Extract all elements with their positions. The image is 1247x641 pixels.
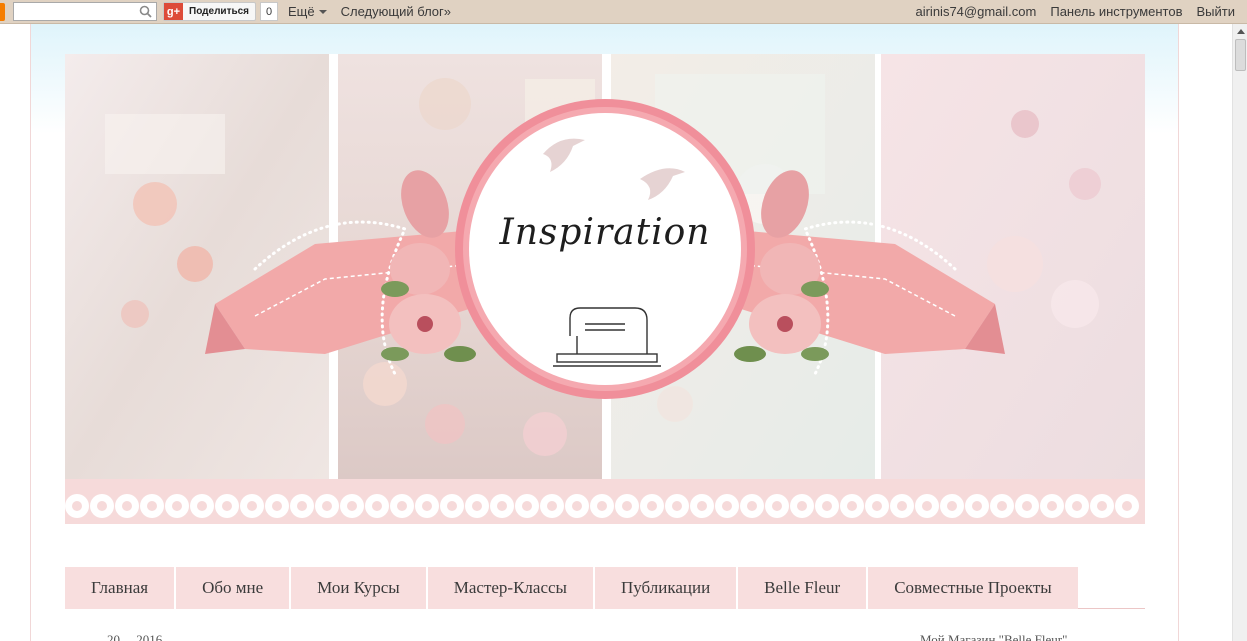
more-menu-button[interactable]: Ещё xyxy=(288,4,327,19)
lace-hole xyxy=(547,501,557,511)
lace-hole xyxy=(722,501,732,511)
lace-hole xyxy=(697,501,707,511)
tab-about[interactable]: Обо мне xyxy=(176,567,292,609)
lace-hole xyxy=(147,501,157,511)
next-blog-link[interactable]: Следующий блог» xyxy=(341,4,451,19)
lace-hole xyxy=(1122,501,1132,511)
lace-hole xyxy=(797,501,807,511)
lace-hole xyxy=(622,501,632,511)
scrollbar-thumb[interactable] xyxy=(1235,39,1246,71)
blogger-logo-icon[interactable] xyxy=(0,2,5,21)
lace-hole xyxy=(597,501,607,511)
lace-hole xyxy=(97,501,107,511)
tab-joint-projects[interactable]: Совместные Проекты xyxy=(868,567,1078,609)
caret-down-icon xyxy=(318,9,327,14)
blog-page: Inspiration Главная Обо мне Мои Курсы Ма… xyxy=(30,24,1179,641)
lace-hole xyxy=(1022,501,1032,511)
below-fold-content: 20 ... 2016 Мой Магазин "Belle Fleur" xyxy=(65,632,1145,641)
post-date: 20 ... 2016 xyxy=(107,632,163,641)
lace-hole xyxy=(72,501,82,511)
lace-hole xyxy=(372,501,382,511)
tab-belle-fleur[interactable]: Belle Fleur xyxy=(738,567,869,609)
lace-hole xyxy=(347,501,357,511)
logout-link[interactable]: Выйти xyxy=(1197,4,1236,19)
lace-hole xyxy=(322,501,332,511)
lace-hole xyxy=(997,501,1007,511)
lace-hole xyxy=(497,501,507,511)
lace-hole xyxy=(222,501,232,511)
lace-hole xyxy=(472,501,482,511)
blogger-navbar: g+ Поделиться 0 Ещё Следующий блог» airi… xyxy=(0,0,1247,24)
tab-home[interactable]: Главная xyxy=(65,567,177,609)
lace-hole xyxy=(922,501,932,511)
tab-master-classes[interactable]: Мастер-Классы xyxy=(427,567,595,609)
google-plus-icon: g+ xyxy=(164,3,183,20)
lace-border xyxy=(65,479,1145,524)
lace-hole xyxy=(422,501,432,511)
lace-hole xyxy=(647,501,657,511)
lace-hole xyxy=(1072,501,1082,511)
lace-hole xyxy=(847,501,857,511)
lace-hole xyxy=(572,501,582,511)
lace-hole xyxy=(897,501,907,511)
vertical-scrollbar[interactable] xyxy=(1232,24,1247,641)
search-input[interactable] xyxy=(13,2,157,21)
lace-hole xyxy=(672,501,682,511)
lace-hole xyxy=(872,501,882,511)
lace-hole xyxy=(122,501,132,511)
more-label: Ещё xyxy=(288,4,315,19)
tab-publications[interactable]: Публикации xyxy=(594,567,739,609)
lace-hole xyxy=(747,501,757,511)
lace-hole xyxy=(247,501,257,511)
tab-courses[interactable]: Мои Курсы xyxy=(291,567,428,609)
blog-title: Inspiration xyxy=(499,212,711,253)
blog-header-banner[interactable]: Inspiration xyxy=(65,54,1145,524)
lace-hole xyxy=(447,501,457,511)
lace-hole xyxy=(972,501,982,511)
lace-hole xyxy=(947,501,957,511)
share-count: 0 xyxy=(260,2,279,21)
share-button[interactable]: g+ Поделиться xyxy=(163,2,257,21)
lace-hole xyxy=(397,501,407,511)
search-icon[interactable] xyxy=(139,5,152,18)
lace-hole xyxy=(822,501,832,511)
lace-hole xyxy=(1097,501,1107,511)
lace-hole xyxy=(172,501,182,511)
dashboard-link[interactable]: Панель инструментов xyxy=(1050,4,1182,19)
user-email[interactable]: airinis74@gmail.com xyxy=(915,4,1036,19)
lace-hole xyxy=(197,501,207,511)
lace-hole xyxy=(272,501,282,511)
lace-hole xyxy=(522,501,532,511)
lace-hole xyxy=(772,501,782,511)
sidebar-widget-title: Мой Магазин "Belle Fleur" xyxy=(920,632,1068,641)
lace-hole xyxy=(1047,501,1057,511)
lace-hole xyxy=(297,501,307,511)
nav-tabs: Главная Обо мне Мои Курсы Мастер-Классы … xyxy=(65,567,1145,609)
share-label: Поделиться xyxy=(189,6,250,17)
scroll-up-arrow-icon[interactable] xyxy=(1233,24,1247,39)
